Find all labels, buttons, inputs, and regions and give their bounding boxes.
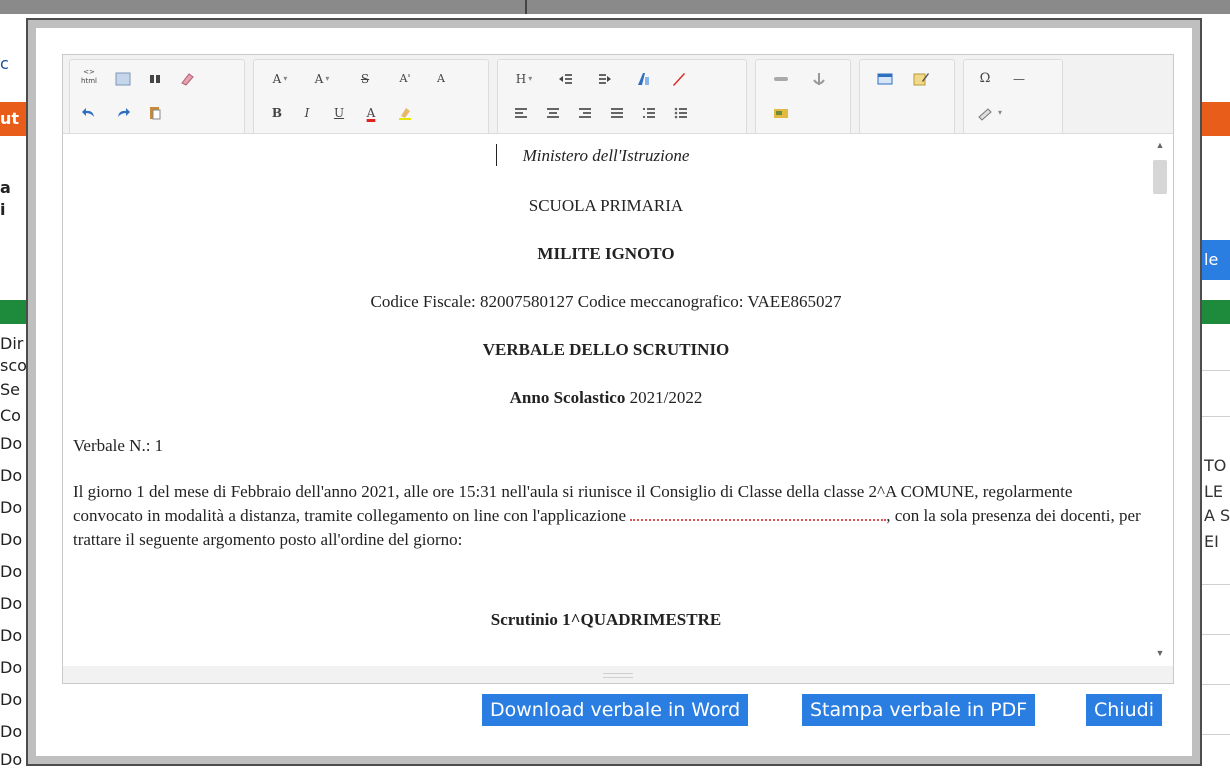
background-divider bbox=[1202, 684, 1230, 685]
scroll-up-icon[interactable]: ▲ bbox=[1155, 140, 1165, 150]
rich-text-editor: <> html A ▾ A ▾ S A' A B I U A H ▾ Ω — ▾… bbox=[62, 54, 1174, 684]
superscript-icon[interactable]: A' bbox=[394, 68, 416, 90]
background-green-band bbox=[1202, 300, 1230, 324]
chevron-down-icon[interactable]: ▾ bbox=[996, 102, 1004, 124]
background-divider bbox=[1202, 634, 1230, 635]
background-orange-band bbox=[1202, 102, 1230, 136]
background-blue-button[interactable]: le bbox=[1202, 240, 1230, 280]
redo-icon[interactable] bbox=[112, 102, 134, 124]
table-icon[interactable] bbox=[874, 68, 896, 90]
source-html-icon[interactable]: <> html bbox=[78, 68, 100, 90]
anchor-icon[interactable] bbox=[808, 68, 830, 90]
toolbar-group-document: <> html bbox=[69, 59, 245, 135]
text-direction-icon[interactable] bbox=[632, 68, 654, 90]
application-blank[interactable] bbox=[630, 505, 887, 521]
background-divider bbox=[1202, 734, 1230, 735]
background-right-column: le TO LE A S EI bbox=[1202, 14, 1230, 769]
font-size-label: A bbox=[272, 72, 282, 86]
meeting-paragraph: Il giorno 1 del mese di Febbraio dell'an… bbox=[73, 480, 1143, 552]
indent-icon[interactable] bbox=[554, 68, 576, 90]
editor-content[interactable]: Ministero dell'Istruzione SCUOLA PRIMARI… bbox=[63, 133, 1173, 666]
toolbar-group-special: Ω — ▾ bbox=[963, 59, 1063, 135]
toolbar-group-font: A ▾ A ▾ S A' A B I U A bbox=[253, 59, 489, 135]
eraser-icon[interactable] bbox=[176, 68, 198, 90]
scroll-down-icon[interactable]: ▼ bbox=[1155, 648, 1165, 658]
school-type: SCUOLA PRIMARIA bbox=[528, 196, 684, 215]
close-button[interactable]: Chiudi bbox=[1086, 694, 1162, 726]
find-icon[interactable] bbox=[144, 68, 166, 90]
background-row-text: A S bbox=[1204, 506, 1230, 525]
heading-icon[interactable]: H ▾ bbox=[510, 68, 532, 90]
preview-icon[interactable] bbox=[112, 68, 134, 90]
school-year: Anno Scolastico 2021/2022 bbox=[63, 388, 1149, 408]
paste-icon[interactable] bbox=[144, 102, 166, 124]
ministry-heading: Ministero dell'Istruzione bbox=[522, 146, 690, 165]
document-title: VERBALE DELLO SCRUTINIO bbox=[482, 340, 730, 359]
strikethrough-icon[interactable]: S bbox=[354, 68, 376, 90]
editor-resize-bar[interactable] bbox=[63, 667, 1173, 683]
italic-icon[interactable]: I bbox=[296, 102, 318, 124]
justify-icon[interactable] bbox=[606, 102, 628, 124]
heading-label: H bbox=[515, 72, 527, 86]
highlight-icon[interactable] bbox=[394, 102, 416, 124]
undo-icon[interactable] bbox=[78, 102, 100, 124]
font-family-label: A bbox=[314, 72, 324, 86]
background-divider bbox=[1202, 584, 1230, 585]
verbale-number: Verbale N.: 1 bbox=[73, 436, 164, 455]
font-size-icon[interactable]: A ▾ bbox=[266, 68, 288, 90]
toolbar-group-objects bbox=[859, 59, 955, 135]
verbale-modal: <> html A ▾ A ▾ S A' A B I U A H ▾ Ω — ▾… bbox=[26, 18, 1202, 766]
subscript-icon[interactable]: A bbox=[430, 68, 452, 90]
background-divider bbox=[1202, 416, 1230, 417]
font-color-icon[interactable]: A bbox=[360, 102, 382, 124]
align-left-icon[interactable] bbox=[510, 102, 532, 124]
school-name: MILITE IGNOTO bbox=[537, 244, 675, 263]
toolbar-group-paragraph: H ▾ bbox=[497, 59, 747, 135]
align-right-icon[interactable] bbox=[574, 102, 596, 124]
unordered-list-icon[interactable] bbox=[670, 102, 692, 124]
modal-body: <> html A ▾ A ▾ S A' A B I U A H ▾ Ω — ▾… bbox=[36, 28, 1192, 756]
resize-grip-icon[interactable] bbox=[603, 673, 633, 678]
underline-icon[interactable]: U bbox=[328, 102, 350, 124]
background-top-bar bbox=[0, 0, 1230, 14]
background-row-text: TO bbox=[1204, 456, 1227, 475]
styles-icon[interactable] bbox=[974, 102, 996, 124]
font-family-icon[interactable]: A ▾ bbox=[308, 68, 330, 90]
image-icon[interactable] bbox=[770, 102, 792, 124]
outdent-icon[interactable] bbox=[594, 68, 616, 90]
download-word-button[interactable]: Download verbale in Word bbox=[482, 694, 749, 726]
align-center-icon[interactable] bbox=[542, 102, 564, 124]
edit-form-icon[interactable] bbox=[910, 68, 932, 90]
toolbar-group-insert bbox=[755, 59, 851, 135]
scrutinio-heading: Scrutinio 1^QUADRIMESTRE bbox=[490, 610, 722, 629]
background-row-text: EI bbox=[1204, 532, 1219, 551]
background-row-text: LE bbox=[1204, 482, 1224, 501]
school-codes: Codice Fiscale: 82007580127 Codice mecca… bbox=[370, 292, 842, 311]
content-scrollbar[interactable]: ▲ ▼ bbox=[1149, 134, 1171, 666]
pen-icon[interactable] bbox=[668, 68, 690, 90]
horizontal-rule-icon[interactable]: — bbox=[1008, 68, 1030, 90]
background-button-text: le bbox=[1204, 250, 1219, 269]
ordered-list-icon[interactable] bbox=[638, 102, 660, 124]
school-year-value: 2021/2022 bbox=[625, 388, 703, 407]
link-icon[interactable] bbox=[770, 68, 792, 90]
scroll-thumb[interactable] bbox=[1153, 160, 1167, 194]
school-year-label: Anno Scolastico bbox=[509, 388, 626, 407]
bold-icon[interactable]: B bbox=[266, 102, 288, 124]
print-pdf-button[interactable]: Stampa verbale in PDF bbox=[802, 694, 1036, 726]
special-char-icon[interactable]: Ω bbox=[974, 68, 996, 90]
background-divider bbox=[1202, 370, 1230, 371]
